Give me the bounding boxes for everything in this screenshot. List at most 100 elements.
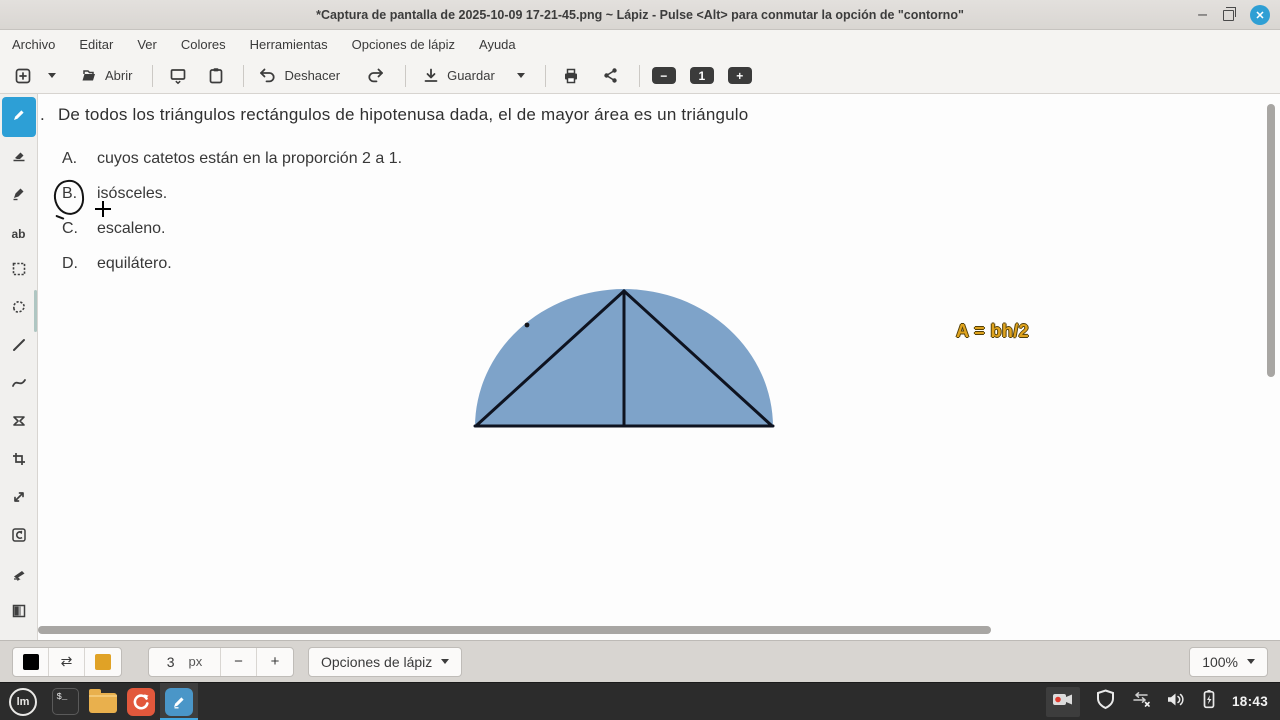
tool-crop[interactable] bbox=[2, 444, 36, 479]
save-button[interactable]: Guardar bbox=[418, 62, 499, 90]
save-label: Guardar bbox=[447, 68, 495, 83]
window-controls: – ✕ bbox=[1198, 0, 1270, 30]
rotate-icon bbox=[11, 527, 27, 548]
menu-colores[interactable]: Colores bbox=[181, 37, 226, 52]
save-as-menu-button[interactable] bbox=[513, 62, 529, 90]
drawing-app-window: *Captura de pantalla de 2025-10-09 17-21… bbox=[0, 0, 1280, 720]
circular-arrow-icon bbox=[127, 687, 155, 716]
menu-ayuda[interactable]: Ayuda bbox=[479, 37, 516, 52]
power-tray[interactable] bbox=[1201, 689, 1217, 714]
tools-sidebar: ab bbox=[0, 94, 38, 640]
print-icon bbox=[562, 67, 580, 85]
pencil-app-icon bbox=[165, 687, 193, 716]
new-image-icon bbox=[14, 67, 32, 85]
toolbar: Abrir Deshacer Guardar − 1 + bbox=[0, 58, 1280, 94]
mint-menu-button[interactable]: lm bbox=[0, 683, 46, 720]
tool-rect-select[interactable] bbox=[2, 254, 36, 289]
eraser-icon bbox=[11, 147, 27, 168]
semicircle-figure bbox=[473, 287, 775, 434]
pencil-icon bbox=[11, 107, 27, 128]
pencil-options-bar: ⇄ 3 px − + Opciones de lápiz 100% bbox=[0, 640, 1280, 682]
open-icon bbox=[80, 67, 98, 85]
pencil-options-dropdown[interactable]: Opciones de lápiz bbox=[308, 646, 463, 677]
redo-button[interactable] bbox=[362, 62, 389, 90]
undo-icon bbox=[258, 67, 277, 84]
taskbar-recorder-app[interactable] bbox=[122, 683, 160, 720]
menu-ver[interactable]: Ver bbox=[137, 37, 157, 52]
canvas[interactable]: . De todos los triángulos rectángulos de… bbox=[38, 94, 1280, 640]
highlighter-icon bbox=[11, 185, 27, 206]
open-button[interactable]: Abrir bbox=[76, 62, 136, 90]
screen-recorder-tray[interactable] bbox=[1045, 686, 1080, 717]
network-tray[interactable] bbox=[1131, 690, 1151, 713]
window-title: *Captura de pantalla de 2025-10-09 17-21… bbox=[316, 7, 964, 22]
minimize-button[interactable]: – bbox=[1198, 7, 1207, 23]
tool-curve[interactable] bbox=[2, 368, 36, 403]
new-image-menu-button[interactable] bbox=[44, 62, 60, 90]
redo-icon bbox=[366, 67, 385, 84]
skew-icon bbox=[11, 565, 27, 586]
print-button[interactable] bbox=[558, 62, 584, 90]
clock[interactable]: 18:43 bbox=[1232, 694, 1268, 709]
decrease-size-button[interactable]: − bbox=[221, 647, 257, 676]
close-button[interactable]: ✕ bbox=[1250, 5, 1270, 25]
orange-color-icon bbox=[95, 653, 111, 670]
menu-archivo[interactable]: Archivo bbox=[12, 37, 55, 52]
taskbar-file-manager[interactable] bbox=[84, 683, 122, 720]
secondary-color-swatch[interactable] bbox=[85, 648, 121, 676]
zoom-dropdown[interactable]: 100% bbox=[1189, 646, 1268, 677]
paste-button[interactable] bbox=[203, 62, 229, 90]
tool-text[interactable]: ab bbox=[2, 216, 36, 251]
horizontal-scrollbar[interactable] bbox=[38, 626, 991, 634]
menu-opciones-de-lapiz[interactable]: Opciones de lápiz bbox=[352, 37, 455, 52]
swap-colors-button[interactable]: ⇄ bbox=[49, 647, 85, 676]
menu-editar[interactable]: Editar bbox=[79, 37, 113, 52]
zoom-out-button[interactable]: − bbox=[651, 67, 676, 84]
menu-herramientas[interactable]: Herramientas bbox=[250, 37, 328, 52]
toolbar-separator bbox=[243, 64, 245, 87]
swap-colors-icon: ⇄ bbox=[60, 653, 73, 669]
volume-tray[interactable] bbox=[1166, 691, 1186, 713]
toolbar-separator bbox=[544, 64, 546, 87]
taskbar: lm $_ 18:43 bbox=[0, 682, 1280, 720]
tool-shape[interactable] bbox=[2, 406, 36, 441]
maximize-button[interactable] bbox=[1223, 6, 1236, 21]
pencil-options-label: Opciones de lápiz bbox=[321, 653, 433, 670]
tool-pencil[interactable] bbox=[1, 97, 36, 137]
tool-scale[interactable] bbox=[2, 482, 36, 517]
gradient-icon bbox=[11, 603, 27, 624]
increase-size-button[interactable]: + bbox=[257, 648, 293, 676]
tool-rotate[interactable] bbox=[2, 520, 36, 555]
primary-color-swatch[interactable] bbox=[13, 647, 49, 676]
zoom-in-button[interactable]: + bbox=[727, 67, 752, 84]
tool-skew[interactable] bbox=[2, 558, 36, 593]
save-icon bbox=[422, 67, 440, 85]
clipboard-icon bbox=[207, 67, 225, 85]
vertical-scrollbar[interactable] bbox=[1267, 104, 1275, 377]
toolbar-separator bbox=[638, 64, 640, 87]
undo-button[interactable]: Deshacer bbox=[254, 62, 344, 90]
tool-eraser[interactable] bbox=[2, 140, 36, 175]
zoom-level-button[interactable]: 1 bbox=[689, 67, 714, 84]
size-controls: 3 px − + bbox=[148, 646, 294, 677]
crop-icon bbox=[11, 451, 27, 472]
tool-free-select[interactable] bbox=[2, 292, 36, 327]
new-image-button[interactable] bbox=[10, 62, 36, 90]
screenshot-button[interactable] bbox=[165, 62, 191, 90]
speaker-icon bbox=[1166, 693, 1186, 712]
toolbar-separator bbox=[152, 64, 154, 87]
taskbar-drawing-app[interactable] bbox=[160, 682, 198, 720]
size-display: 3 px bbox=[149, 647, 221, 676]
option-a-text: cuyos catetos están en la proporción 2 a… bbox=[97, 150, 403, 167]
line-icon bbox=[11, 337, 27, 358]
firewall-tray[interactable] bbox=[1095, 688, 1116, 715]
tool-line[interactable] bbox=[2, 330, 36, 365]
size-value: 3 bbox=[166, 653, 175, 670]
tool-gradient[interactable] bbox=[2, 596, 36, 631]
undo-label: Deshacer bbox=[284, 68, 341, 83]
tool-highlighter[interactable] bbox=[2, 178, 36, 213]
share-button[interactable] bbox=[598, 62, 623, 90]
taskbar-terminal[interactable]: $_ bbox=[46, 683, 84, 720]
chevron-down-icon bbox=[48, 73, 56, 78]
menubar: Archivo Editar Ver Colores Herramientas … bbox=[0, 30, 1280, 58]
